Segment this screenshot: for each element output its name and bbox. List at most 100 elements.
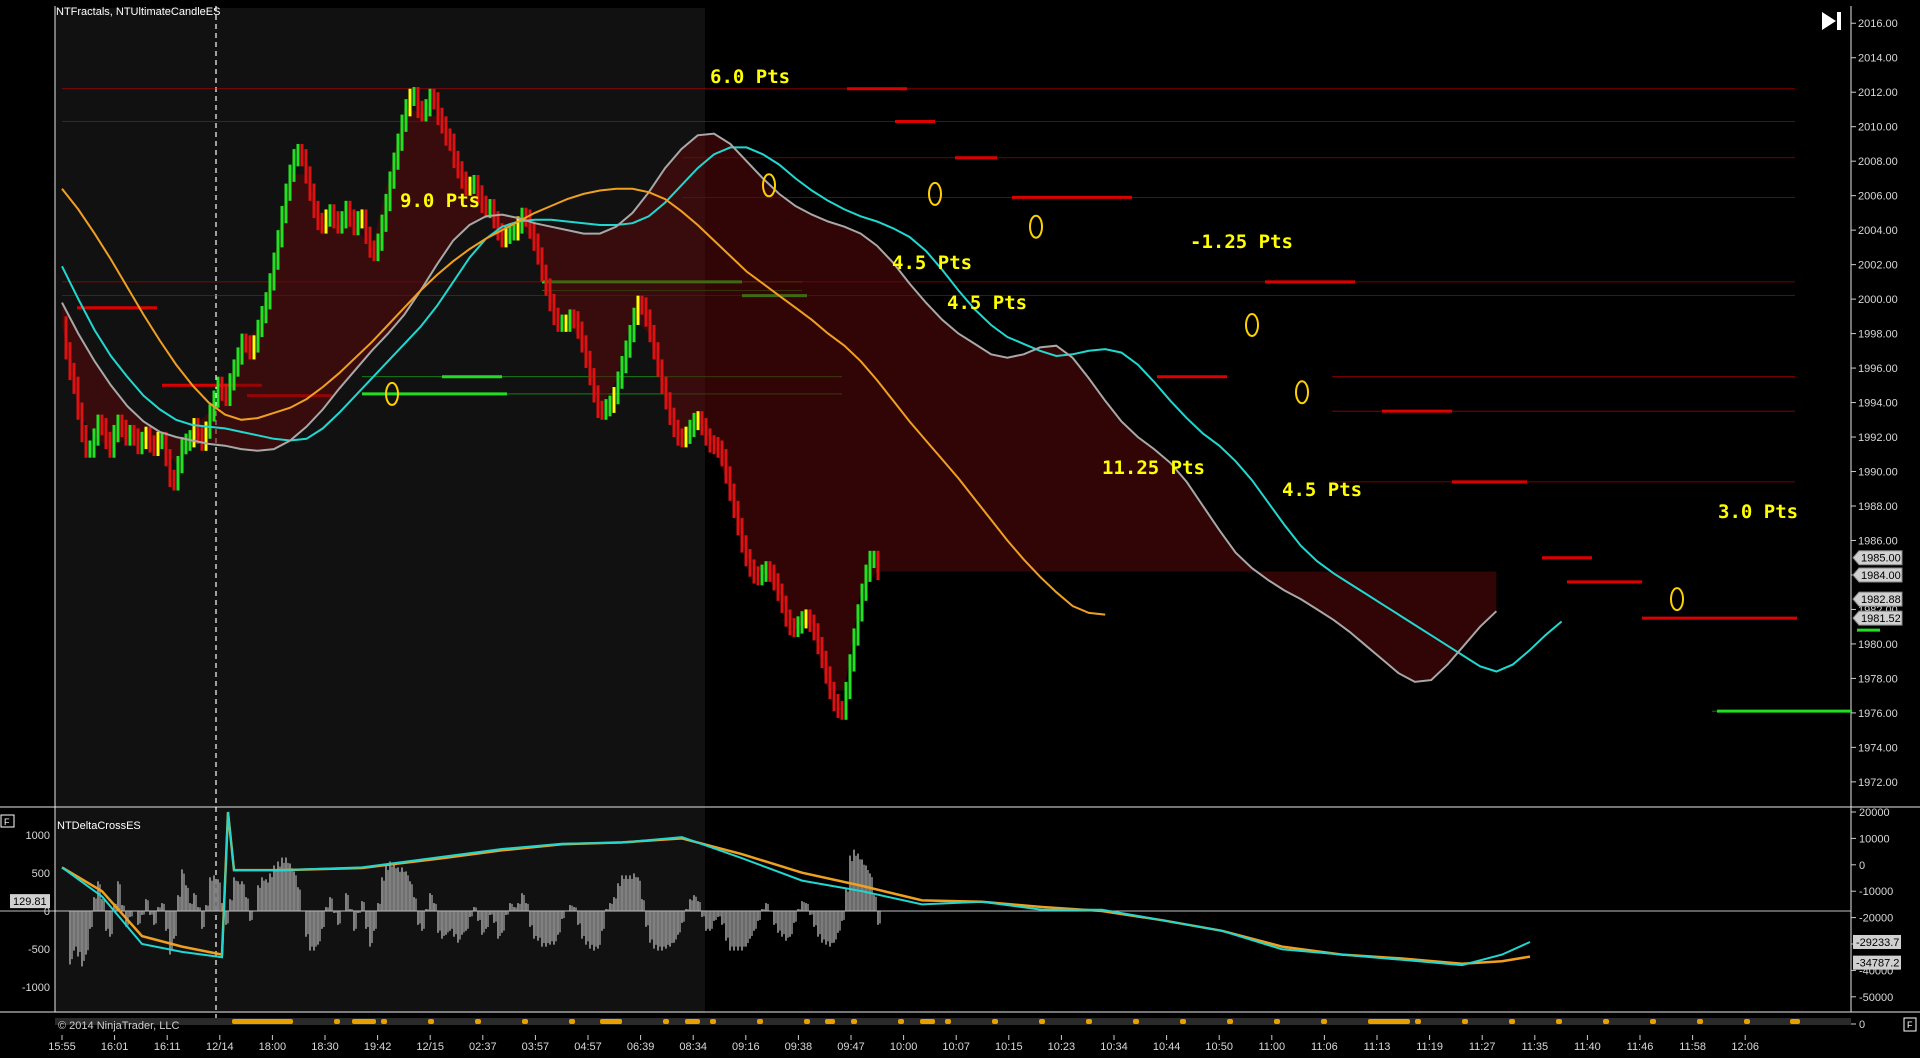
right-tick-label: 0: [1859, 860, 1865, 872]
marker-bar-dot: [616, 1019, 622, 1024]
time-tick-label: 11:35: [1521, 1041, 1548, 1053]
marker-bar-dot: [1603, 1019, 1609, 1024]
marker-bar-dot: [1368, 1019, 1374, 1024]
marker-bar-dot: [1462, 1019, 1468, 1024]
marker-bar-dot: [1086, 1019, 1092, 1024]
right-tick-label: 0: [1859, 1019, 1865, 1031]
time-tick-label: 11:58: [1679, 1041, 1706, 1053]
time-tick-label: 10:34: [1100, 1041, 1128, 1053]
marker-bar-dot: [428, 1019, 434, 1024]
left-value-tag-text: 129.81: [13, 896, 47, 908]
time-tick-label: 11:40: [1574, 1041, 1601, 1053]
price-tag-value: 1985.00: [1861, 553, 1901, 565]
price-tick-label: 2012.00: [1858, 87, 1898, 99]
marker-bar-dot: [898, 1019, 904, 1024]
right-tick-label: -10000: [1859, 886, 1893, 898]
price-tick-label: 1988.00: [1858, 501, 1898, 513]
right-tick-label: 20000: [1859, 807, 1890, 819]
time-tick-label: 10:15: [995, 1041, 1023, 1053]
marker-bar-dot: [757, 1019, 763, 1024]
marker-bar-dot: [1791, 1019, 1797, 1024]
marker-bar-dot: [1039, 1019, 1045, 1024]
marker-bar-dot: [1509, 1019, 1515, 1024]
time-tick-label: 11:46: [1627, 1041, 1654, 1053]
time-tick-label: 10:50: [1205, 1041, 1233, 1053]
time-tick-label: 16:11: [154, 1041, 181, 1053]
marker-bar-dot: [1556, 1019, 1562, 1024]
time-tick-label: 12/15: [416, 1041, 444, 1053]
marker-bar-event: [825, 1019, 835, 1024]
price-tick-label: 1978.00: [1858, 673, 1898, 685]
sub-panel-title: NTDeltaCrossES: [57, 820, 141, 832]
right-value-tag-text: -34787.2: [1856, 958, 1899, 970]
price-tick-label: 2016.00: [1858, 18, 1898, 30]
trade-annotation: 6.0 Pts: [710, 66, 790, 88]
time-tick-label: 12:06: [1731, 1041, 1759, 1053]
time-tick-label: 06:39: [627, 1041, 655, 1053]
time-tick-label: 11:06: [1311, 1041, 1338, 1053]
marker-bar-dot: [1133, 1019, 1139, 1024]
right-tick-label: -50000: [1859, 992, 1893, 1004]
panel-toggle-letter: F: [4, 817, 10, 827]
main-panel-title: NTFractals, NTUltimateCandleES: [56, 6, 220, 18]
time-tick-label: 09:38: [785, 1041, 813, 1053]
marker-bar-dot: [475, 1019, 481, 1024]
price-tick-label: 2002.00: [1858, 260, 1898, 272]
time-tick-label: 10:23: [1048, 1041, 1076, 1053]
marker-bar-dot: [1744, 1019, 1750, 1024]
time-tick-label: 18:30: [311, 1041, 339, 1053]
marker-bar-event: [352, 1019, 376, 1024]
price-tick-label: 1974.00: [1858, 742, 1898, 754]
time-tick-label: 16:01: [101, 1041, 129, 1053]
marker-bar-event: [1370, 1019, 1410, 1024]
marker-bar-event: [920, 1019, 935, 1024]
marker-bar-dot: [1650, 1019, 1656, 1024]
price-tag-value: 1982.88: [1861, 594, 1901, 606]
copyright-text: © 2014 NinjaTrader, LLC: [58, 1020, 179, 1032]
marker-bar-dot: [1180, 1019, 1186, 1024]
right-value-tag-text: -29233.7: [1856, 937, 1899, 949]
marker-bar-dot: [992, 1019, 998, 1024]
left-tick-label: 500: [32, 868, 50, 880]
trade-annotation: 9.0 Pts: [400, 190, 480, 212]
skip-to-end-icon[interactable]: [1817, 9, 1845, 33]
left-tick-label: -500: [28, 944, 50, 956]
marker-bar-dot: [710, 1019, 716, 1024]
time-tick-label: 03:57: [522, 1041, 550, 1053]
marker-bar-dot: [945, 1019, 951, 1024]
left-tick-label: -1000: [22, 982, 50, 994]
highlighted-session-region: [55, 8, 705, 1013]
time-tick-label: 08:34: [679, 1041, 707, 1053]
marker-bar-track: [55, 1018, 1851, 1025]
price-tick-label: 2008.00: [1858, 156, 1898, 168]
time-tick-label: 12/14: [206, 1041, 234, 1053]
marker-bar-dot: [1274, 1019, 1280, 1024]
marker-bar-dot: [1415, 1019, 1421, 1024]
marker-bar-event: [685, 1019, 700, 1024]
panel-toggle-letter-bottom: F: [1907, 1020, 1913, 1030]
price-tick-label: 2010.00: [1858, 122, 1898, 134]
price-tick-label: 2014.00: [1858, 53, 1898, 65]
price-tick-label: 2006.00: [1858, 191, 1898, 203]
trade-annotation: 4.5 Pts: [892, 252, 972, 274]
marker-bar-dot: [381, 1019, 387, 1024]
trade-annotation: -1.25 Pts: [1190, 231, 1293, 253]
marker-bar-dot: [1697, 1019, 1703, 1024]
price-tick-label: 1992.00: [1858, 432, 1898, 444]
price-tick-label: 1986.00: [1858, 535, 1898, 547]
time-tick-label: 11:19: [1416, 1041, 1443, 1053]
time-tick-label: 10:00: [890, 1041, 918, 1053]
time-tick-label: 15:55: [48, 1041, 76, 1053]
price-tick-label: 1998.00: [1858, 329, 1898, 341]
trade-annotation: 4.5 Pts: [1282, 479, 1362, 501]
chart-canvas: 2016.00 2014.00 2012.00 2010.00 2008.00 2006.…: [0, 0, 1920, 1058]
time-tick-label: 11:13: [1364, 1041, 1391, 1053]
price-tick-label: 1980.00: [1858, 639, 1898, 651]
marker-bar-dot: [804, 1019, 810, 1024]
trade-annotation: 3.0 Pts: [1718, 501, 1798, 523]
time-tick-label: 10:44: [1153, 1041, 1181, 1053]
right-tick-label: -20000: [1859, 913, 1893, 925]
marker-bar-dot: [287, 1019, 293, 1024]
price-tick-label: 1994.00: [1858, 398, 1898, 410]
marker-bar-dot: [522, 1019, 528, 1024]
